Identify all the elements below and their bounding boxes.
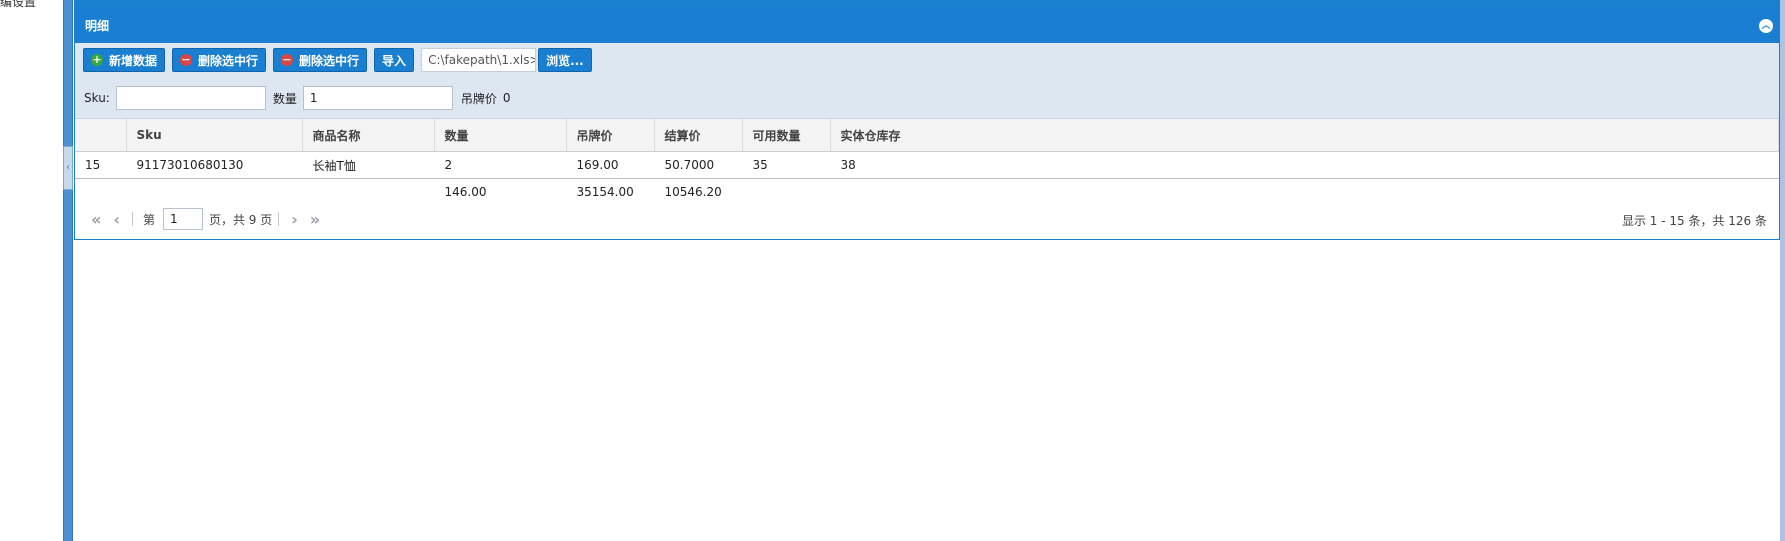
add-icon: +: [91, 53, 103, 66]
top-panel-edge: [74, 0, 1785, 8]
quantity-input[interactable]: [302, 86, 453, 110]
delete-selected-button-2[interactable]: − 删除选中行: [273, 48, 368, 72]
toolbar: + 新增数据 − 删除选中行 − 删除选中行 导入 C:\fakepath\1.…: [75, 43, 1779, 78]
right-scrollbar-edge: [1780, 0, 1785, 541]
sku-input[interactable]: [115, 86, 266, 110]
column-header-settlement-price[interactable]: 结算价: [654, 119, 743, 152]
tag-price-value: 0: [502, 91, 511, 105]
footer-settlement-total: 10546.20: [654, 178, 743, 205]
page-suffix-label: 页，共 9 页: [208, 212, 273, 227]
pager-separator: [131, 212, 133, 226]
layout-splitter[interactable]: [63, 0, 73, 541]
pager: « ‹ 第 页，共 9 页 › » 显示 1 - 15 条，共 126 条: [75, 205, 1779, 233]
footer-cell: [302, 178, 435, 205]
column-header-sku[interactable]: Sku: [126, 119, 303, 152]
cell-physical-stock: 38: [830, 151, 1779, 179]
page-prefix-label: 第: [142, 212, 155, 227]
column-header-rownum[interactable]: [75, 119, 127, 152]
cell-available-qty: 35: [742, 151, 831, 179]
pager-info: 显示 1 - 15 条，共 126 条: [1621, 214, 1767, 228]
detail-grid: Sku 商品名称 数量 吊牌价 结算价 可用数量 实体仓库存 15 911730…: [75, 119, 1779, 205]
footer-cell: [830, 178, 1779, 205]
collapse-west-icon[interactable]: ‹: [63, 146, 73, 190]
sidebar-partial-label: 编设置: [0, 0, 37, 9]
filter-row: Sku: 数量 吊牌价 0: [75, 78, 1779, 119]
footer-quantity-total: 146.00: [434, 178, 567, 205]
column-header-available-qty[interactable]: 可用数量: [742, 119, 831, 152]
grid-header-row: Sku 商品名称 数量 吊牌价 结算价 可用数量 实体仓库存: [75, 119, 1779, 152]
cell-product-name: 长袖T恤: [302, 151, 435, 179]
quantity-label: 数量: [272, 91, 297, 106]
import-label: 导入: [382, 53, 407, 68]
footer-summary-row: 146.00 35154.00 10546.20: [75, 178, 1779, 205]
import-button[interactable]: 导入: [374, 48, 415, 72]
remove-icon: −: [180, 53, 193, 66]
page-number-input[interactable]: [162, 208, 203, 230]
detail-panel: 明细 ︿ + 新增数据 − 删除选中行 − 删除选中行 导入 C:\fakepa…: [74, 8, 1780, 240]
column-header-physical-stock[interactable]: 实体仓库存: [830, 119, 1779, 152]
column-header-quantity[interactable]: 数量: [434, 119, 567, 152]
delete-selected-label-2: 删除选中行: [299, 53, 360, 68]
prev-page-icon[interactable]: ‹: [113, 210, 120, 229]
cell-tag-price: 169.00: [566, 151, 655, 179]
collapse-up-icon[interactable]: ︿: [1759, 19, 1773, 33]
remove-icon: −: [281, 53, 294, 66]
file-path-field[interactable]: C:\fakepath\1.xls>: [421, 48, 537, 72]
sku-label: Sku:: [84, 91, 110, 105]
add-data-label: 新增数据: [109, 53, 158, 68]
content-area: [74, 240, 1780, 541]
cell-quantity: 2: [434, 151, 567, 179]
cell-settlement-price: 50.7000: [654, 151, 743, 179]
panel-header: 明细 ︿: [75, 9, 1779, 43]
browse-label: 浏览...: [546, 53, 584, 68]
delete-selected-label: 删除选中行: [198, 53, 259, 68]
table-row[interactable]: 15 91173010680130 长袖T恤 2 169.00 50.7000 …: [75, 151, 1779, 179]
add-data-button[interactable]: + 新增数据: [83, 48, 166, 72]
footer-tag-price-total: 35154.00: [566, 178, 655, 205]
cell-sku: 91173010680130: [126, 151, 303, 179]
cell-rownum: 15: [75, 151, 127, 179]
browse-button[interactable]: 浏览...: [538, 48, 592, 72]
footer-cell: [75, 178, 127, 205]
footer-cell: [126, 178, 303, 205]
panel-title: 明细: [85, 19, 110, 33]
footer-cell: [742, 178, 831, 205]
first-page-icon[interactable]: «: [91, 210, 101, 229]
column-header-product-name[interactable]: 商品名称: [302, 119, 435, 152]
column-header-tag-price[interactable]: 吊牌价: [566, 119, 655, 152]
tag-price-label: 吊牌价: [460, 91, 497, 106]
next-page-icon[interactable]: ›: [291, 210, 298, 229]
delete-selected-button[interactable]: − 删除选中行: [172, 48, 267, 72]
pager-separator: [278, 212, 280, 226]
last-page-icon[interactable]: »: [310, 210, 320, 229]
